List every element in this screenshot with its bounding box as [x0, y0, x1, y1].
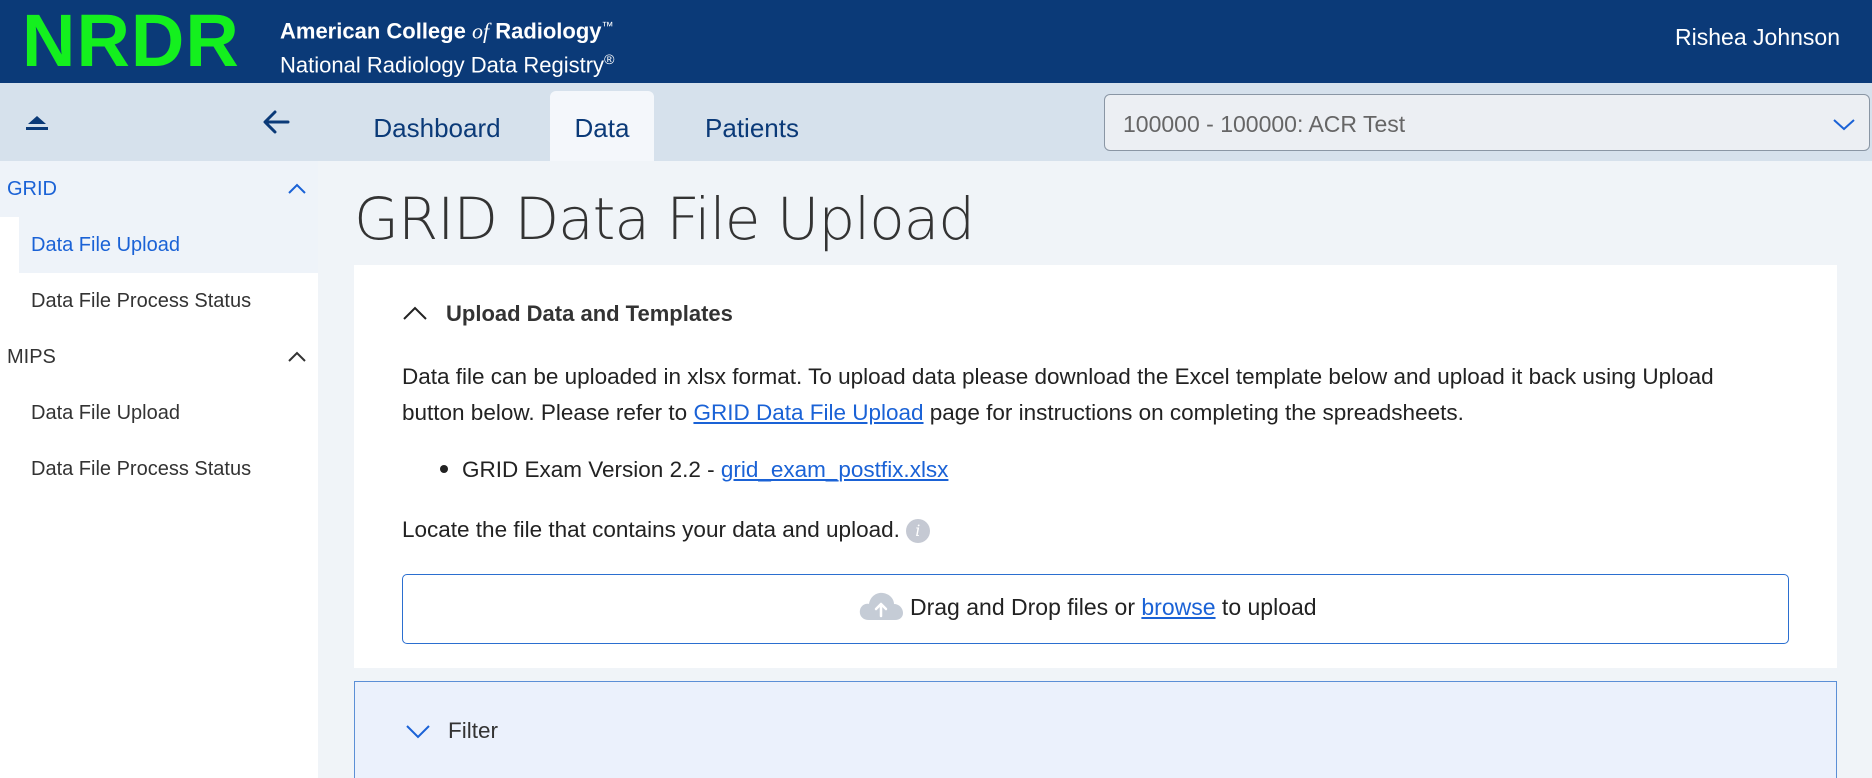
trademark-mark: ™	[601, 19, 614, 33]
facility-select[interactable]: 100000 - 100000: ACR Test	[1104, 94, 1870, 151]
org-name-line1: American College of Radiology™	[280, 12, 614, 45]
arrow-left-icon[interactable]	[260, 107, 292, 137]
org-name-suffix: Radiology	[489, 18, 602, 44]
instructions-text-end: page for instructions on completing the …	[923, 400, 1464, 425]
org-name-line2: National Radiology Data Registry®	[280, 45, 614, 79]
template-label: GRID Exam Version 2.2 -	[462, 457, 721, 482]
upload-panel: Upload Data and Templates Data file can …	[354, 265, 1837, 668]
info-icon[interactable]: i	[905, 519, 930, 544]
dropzone-content: Drag and Drop files or browse to upload	[858, 592, 1317, 625]
sidebar-item-label: Data File Process Status	[31, 458, 252, 480]
sidebar-section-grid[interactable]: GRID	[0, 161, 318, 217]
registered-mark: ®	[604, 51, 615, 68]
org-name-prefix: American College	[280, 18, 472, 44]
chevron-down-icon	[406, 725, 430, 739]
template-list-item: GRID Exam Version 2.2 - grid_exam_postfi…	[440, 457, 948, 483]
main-tab-bar: Dashboard Data Patients 100000 - 100000:…	[318, 83, 1872, 161]
collapse-up-icon[interactable]	[22, 107, 52, 137]
tab-dashboard[interactable]: Dashboard	[356, 91, 518, 161]
registry-name: National Radiology Data Registry	[280, 52, 605, 78]
sidebar: GRID Data File Upload Data File Process …	[0, 83, 318, 778]
dropzone-text-end: to upload	[1215, 594, 1317, 621]
sidebar-item-grid-data-file-upload[interactable]: Data File Upload	[19, 217, 318, 273]
top-header: NRDR American College of Radiology™ Nati…	[0, 0, 1872, 83]
nrdr-logo[interactable]: NRDR	[22, 2, 240, 80]
facility-select-value: 100000 - 100000: ACR Test	[1123, 111, 1406, 137]
locate-file-text: Locate the file that contains your data …	[402, 517, 930, 544]
user-name[interactable]: Rishea Johnson	[1675, 24, 1840, 51]
filter-panel-header[interactable]: Filter	[354, 681, 1837, 778]
chevron-up-icon	[288, 183, 306, 194]
sidebar-toolbar	[0, 83, 318, 161]
cloud-upload-icon	[859, 592, 903, 620]
org-name-of: of	[471, 18, 490, 44]
sidebar-item-grid-data-file-process-status[interactable]: Data File Process Status	[0, 273, 318, 329]
dropzone-text: Drag and Drop files or	[910, 594, 1142, 621]
upload-instructions: Data file can be uploaded in xlsx format…	[402, 359, 1782, 431]
file-dropzone[interactable]: Drag and Drop files or browse to upload	[402, 574, 1789, 644]
upload-panel-heading: Upload Data and Templates	[446, 301, 733, 326]
tab-patients[interactable]: Patients	[690, 91, 814, 161]
chevron-up-icon	[403, 306, 427, 320]
chevron-down-icon	[1833, 119, 1855, 131]
filter-panel-heading: Filter	[448, 718, 498, 743]
sidebar-section-label: MIPS	[7, 346, 56, 368]
sidebar-item-mips-data-file-process-status[interactable]: Data File Process Status	[0, 441, 318, 497]
sidebar-item-label: Data File Upload	[31, 234, 180, 256]
sidebar-item-label: Data File Upload	[31, 402, 180, 424]
grid-upload-help-link[interactable]: GRID Data File Upload	[693, 400, 923, 425]
tab-data[interactable]: Data	[550, 91, 654, 161]
org-name: American College of Radiology™ National …	[280, 12, 614, 80]
chevron-up-icon	[288, 351, 306, 362]
template-download-link[interactable]: grid_exam_postfix.xlsx	[721, 457, 949, 482]
bullet-icon	[440, 465, 448, 474]
sidebar-section-mips[interactable]: MIPS	[0, 329, 318, 385]
page-title: GRID Data File Upload	[354, 185, 975, 253]
sidebar-item-mips-data-file-upload[interactable]: Data File Upload	[0, 385, 318, 441]
sidebar-section-label: GRID	[7, 178, 57, 200]
sidebar-item-label: Data File Process Status	[31, 290, 252, 312]
locate-file-label: Locate the file that contains your data …	[402, 517, 900, 542]
browse-link[interactable]: browse	[1141, 594, 1215, 620]
